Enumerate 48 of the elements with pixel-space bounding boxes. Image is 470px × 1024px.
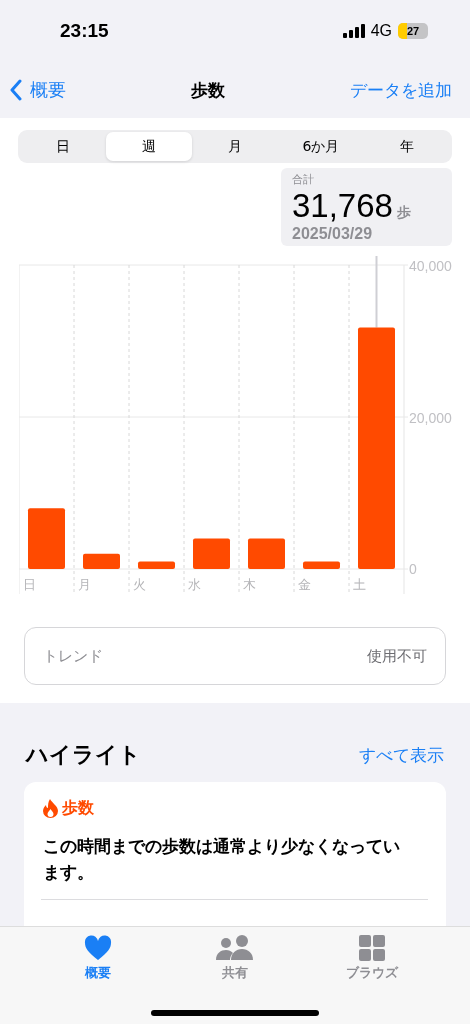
trend-value: 使用不可 [367,646,427,666]
back-button[interactable]: 概要 [10,78,66,102]
nav-title: 歩数 [191,78,225,102]
axis-label: 月 [78,577,91,592]
axis-label: 40,000 [409,258,452,274]
axis-label: 火 [133,577,146,592]
battery-icon: 27 [398,23,428,39]
trend-label: トレンド [43,646,103,666]
metric-title: 歩数 [62,798,94,819]
chart-bar [28,508,65,569]
period-tab[interactable]: 6か月 [278,132,364,161]
axis-label: 0 [409,561,417,577]
add-data-button[interactable]: データを追加 [350,78,452,102]
highlight-text: この時間までの歩数は通常より少なくなっています。 [43,835,401,884]
tab-bar-item[interactable]: 共有 [166,927,304,1024]
tooltip-label: 合計 [292,172,315,187]
axis-label: 水 [188,577,201,592]
period-tab[interactable]: 週 [106,132,192,161]
trend-row[interactable]: トレンド 使用不可 [24,627,446,685]
network-type: 4G [370,22,392,40]
chart-bar [248,538,285,569]
axis-label: 土 [353,577,366,592]
flame-icon [43,799,58,818]
chart-bar [138,561,175,569]
axis-label: 木 [243,577,256,592]
chart-bar [193,538,230,569]
axis-label: 日 [23,577,36,592]
chevron-left-icon [10,79,22,101]
chart-bar [83,553,120,569]
people-icon [216,935,254,961]
period-tab[interactable]: 月 [192,132,278,161]
tab-bar-item[interactable]: ブラウズ [303,927,440,1024]
signal-icon [342,24,365,38]
grid-icon [358,935,385,961]
chart-bar [303,561,340,569]
period-tab[interactable]: 年 [364,132,450,161]
heart-icon [84,935,113,961]
highlight-card[interactable]: 歩数 この時間までの歩数は通常より少なくなっています。 [24,782,446,926]
total-value: 31,768 [292,187,393,225]
axis-label: 20,000 [409,410,452,426]
tab-bar-item[interactable]: 概要 [30,927,167,1024]
date-label: 2025/03/29 [292,225,374,243]
unit-label: 歩 [396,204,411,222]
section-title: ハイライト [26,741,141,769]
status-time: 23:15 [60,20,109,42]
axis-label: 金 [298,577,311,592]
period-tab[interactable]: 日 [20,132,106,161]
show-all-link[interactable]: すべて表示 [359,743,444,767]
